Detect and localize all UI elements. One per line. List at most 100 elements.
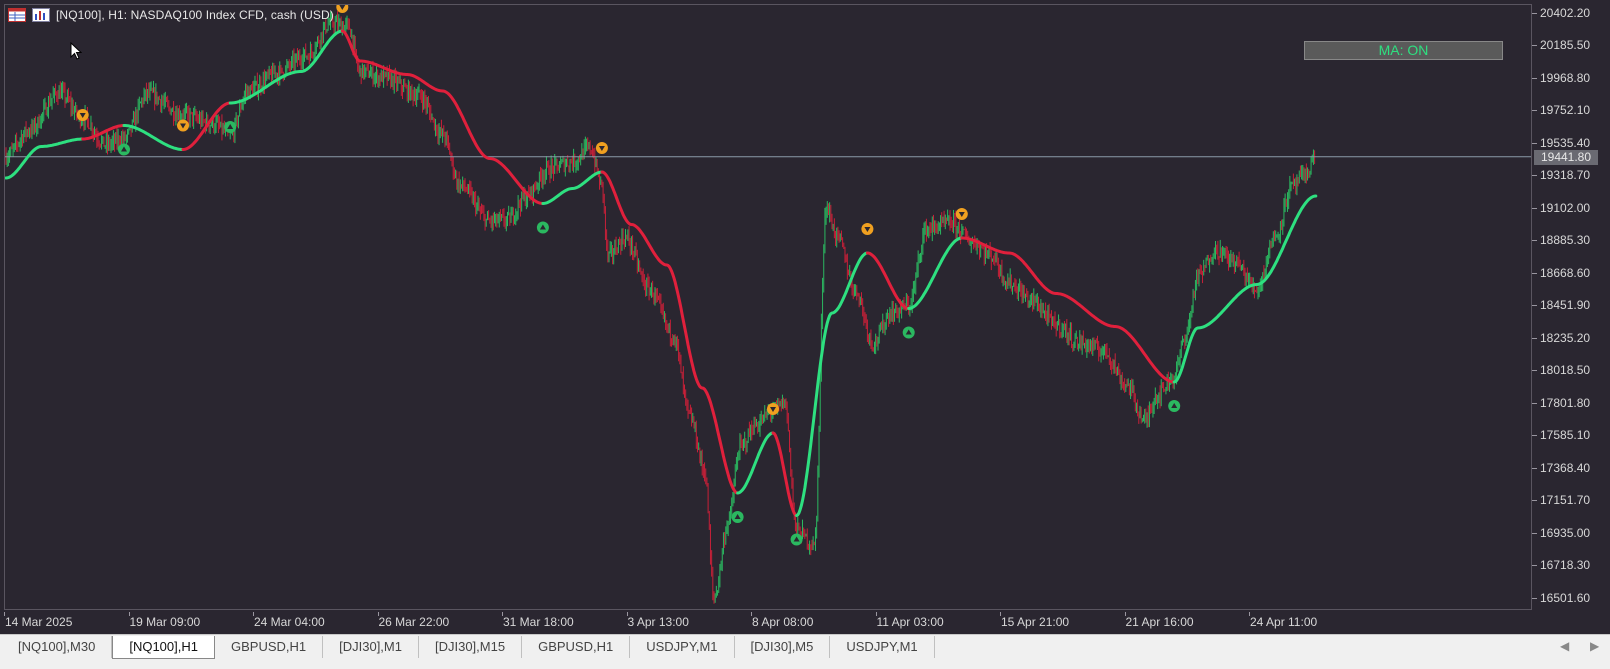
price-tick: 18018.50 <box>1532 363 1610 377</box>
tick-mark <box>1532 500 1537 502</box>
price-tick: 20402.20 <box>1532 6 1610 20</box>
time-tick-label: 31 Mar 18:00 <box>503 615 574 629</box>
sell-signal-icon <box>861 223 874 235</box>
price-tick: 17368.40 <box>1532 461 1610 475</box>
tick-mark <box>1532 240 1537 242</box>
price-tick-label: 16501.60 <box>1540 590 1591 605</box>
chart-tab[interactable]: [DJI30],M5 <box>735 636 831 658</box>
chart-tab[interactable]: USDJPY,M1 <box>630 636 735 658</box>
price-tick-label: 16718.30 <box>1540 558 1591 573</box>
price-tick: 19318.70 <box>1532 168 1610 182</box>
tick-mark <box>1532 370 1537 372</box>
price-tick: 17151.70 <box>1532 493 1610 507</box>
sell-signal-icon <box>955 208 968 220</box>
price-tick-label: 17801.80 <box>1540 395 1591 410</box>
chart-tab[interactable]: [NQ100],H1 <box>112 636 215 659</box>
price-tick-label: 19535.40 <box>1540 135 1591 150</box>
price-tick-label: 17585.10 <box>1540 428 1591 443</box>
chart-window-icon[interactable] <box>32 8 50 22</box>
price-tick: 18668.60 <box>1532 266 1610 280</box>
time-tick-label: 15 Apr 21:00 <box>1001 615 1070 629</box>
sell-signal-icon <box>595 142 608 154</box>
sell-signal-icon <box>177 119 189 132</box>
time-tick-label: 21 Apr 16:00 <box>1125 615 1194 629</box>
tick-mark <box>1532 305 1537 307</box>
scroll-left-icon[interactable]: ◀ <box>1560 639 1569 653</box>
price-tick: 19752.10 <box>1532 103 1610 117</box>
price-tick: 18451.90 <box>1532 298 1610 312</box>
tick-mark <box>1532 565 1537 567</box>
tick-mark <box>1532 532 1537 534</box>
table-icon[interactable] <box>8 8 26 22</box>
chart-tab[interactable]: USDJPY,M1 <box>830 636 935 658</box>
chart-tab[interactable]: GBPUSD,H1 <box>215 636 324 658</box>
signal-markers <box>76 4 1181 546</box>
chart-tab[interactable]: [NQ100],M30 <box>2 636 113 658</box>
time-tick-label: 24 Apr 11:00 <box>1250 615 1318 629</box>
price-tick-label: 18235.20 <box>1540 330 1591 345</box>
chart-tab[interactable]: [DJI30],M1 <box>323 636 419 658</box>
chart-tab-bar: [NQ100],M30 [NQ100],H1 GBPUSD,H1 [DJI30],M1… <box>0 634 1610 669</box>
candlestick-series <box>5 10 1316 604</box>
tick-mark <box>1532 467 1537 469</box>
price-tick: 18235.20 <box>1532 331 1610 345</box>
ma-segment-up <box>736 431 775 495</box>
tick-mark <box>1532 142 1537 144</box>
price-tick: 19968.80 <box>1532 71 1610 85</box>
price-tick-label: 20402.20 <box>1540 5 1591 20</box>
time-tick-label: 19 Mar 09:00 <box>129 615 201 629</box>
price-tick-label: 19968.80 <box>1540 70 1591 85</box>
price-chart[interactable] <box>4 4 1532 610</box>
current-price-label: 19441.80 <box>1534 149 1598 165</box>
moving-average-line <box>4 29 1318 517</box>
price-tick-label: 19318.70 <box>1540 168 1591 183</box>
tick-mark <box>1532 402 1537 404</box>
scroll-right-icon[interactable]: ▶ <box>1590 639 1599 653</box>
mouse-cursor-icon <box>70 42 82 60</box>
tick-mark <box>1532 12 1537 14</box>
tick-mark <box>1532 45 1537 47</box>
price-tick-label: 19752.10 <box>1540 103 1591 118</box>
ma-segment-up <box>541 170 604 205</box>
chart-title: [NQ100], H1: NASDAQ100 Index CFD, cash (… <box>56 8 334 22</box>
price-tick: 20185.50 <box>1532 38 1610 52</box>
time-tick-label: 8 Apr 08:00 <box>752 615 814 629</box>
chart-tabs: [NQ100],M30 [NQ100],H1 GBPUSD,H1 [DJI30],M1… <box>2 636 935 660</box>
tick-mark <box>1532 272 1537 274</box>
tick-mark <box>1532 597 1537 599</box>
tick-mark <box>1532 207 1537 209</box>
price-tick-label: 19102.00 <box>1540 200 1591 215</box>
time-tick-label: 26 Mar 22:00 <box>378 615 450 629</box>
buy-signal-icon <box>536 221 549 234</box>
ma-toggle-button[interactable]: MA: ON <box>1304 41 1503 60</box>
time-tick-label: 14 Mar 2025 <box>5 615 73 629</box>
buy-signal-icon <box>902 326 915 339</box>
price-tick-label: 18885.30 <box>1540 233 1591 248</box>
tick-mark <box>1532 77 1537 79</box>
price-tick-label: 17368.40 <box>1540 460 1591 475</box>
sell-signal-icon <box>767 403 779 415</box>
tick-mark <box>1532 175 1537 177</box>
time-tick-label: 11 Apr 03:00 <box>876 615 944 629</box>
time-tick-label: 24 Mar 04:00 <box>254 615 325 629</box>
ma-segment-up <box>122 124 185 151</box>
price-tick: 16935.00 <box>1532 526 1610 540</box>
price-tick-label: 17151.70 <box>1540 493 1591 508</box>
price-tick-label: 16935.00 <box>1540 525 1591 540</box>
buy-signal-icon <box>118 143 130 156</box>
tick-mark <box>1532 337 1537 339</box>
buy-signal-icon <box>224 121 237 133</box>
ma-segment-down <box>340 29 545 205</box>
price-scale[interactable]: 20402.20 20185.50 19968.80 19752.10 19535.40… <box>1532 4 1610 610</box>
price-tick: 18885.30 <box>1532 233 1610 247</box>
price-tick-label: 20185.50 <box>1540 38 1591 53</box>
chart-window[interactable]: [NQ100], H1: NASDAQ100 Index CFD, cash (… <box>0 0 1610 634</box>
chart-tab[interactable]: [DJI30],M15 <box>419 636 523 658</box>
price-tick: 19102.00 <box>1532 201 1610 215</box>
time-axis[interactable]: 14 Mar 2025 19 Mar 09:00 24 Mar 04:00 26 Ma… <box>0 612 1532 632</box>
tick-mark <box>1532 435 1537 437</box>
price-tick: 19535.40 <box>1532 136 1610 150</box>
price-tick: 17585.10 <box>1532 428 1610 442</box>
chart-tab[interactable]: GBPUSD,H1 <box>522 636 631 658</box>
chart-header: [NQ100], H1: NASDAQ100 Index CFD, cash (… <box>8 6 334 24</box>
